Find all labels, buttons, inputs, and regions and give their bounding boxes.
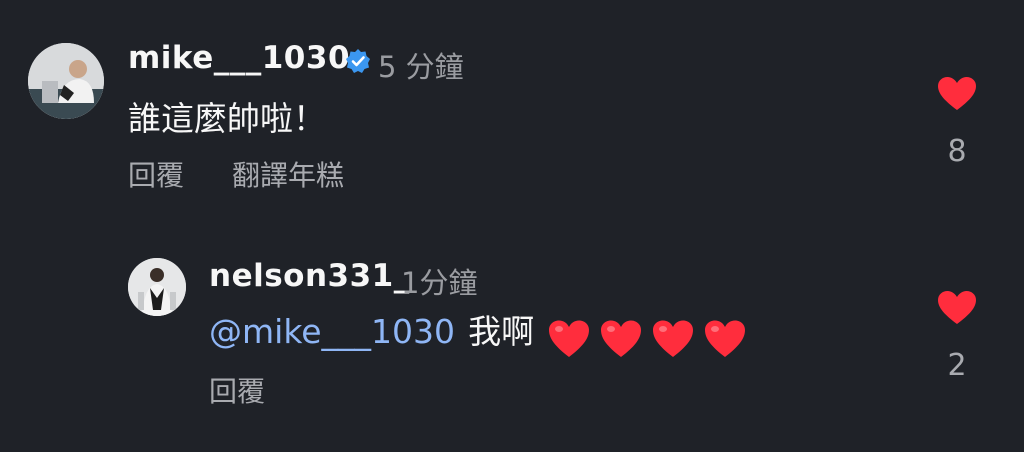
mention-link[interactable]: @mike___1030 [209,312,455,351]
red-heart-emoji-icon [601,320,642,357]
comment-text: 誰這麼帥啦！ [128,99,326,138]
avatar-image [128,258,186,316]
red-heart-emoji-icon [549,320,590,357]
like-heart-icon[interactable] [937,76,977,112]
translate-button[interactable]: 翻譯年糕 [232,154,344,194]
verified-badge-icon [346,49,370,73]
reply-button[interactable]: 回覆 [128,154,184,194]
reply-button[interactable]: 回覆 [209,370,265,410]
like-count: 2 [947,348,967,383]
like-heart-icon[interactable] [937,290,977,326]
reply-text-row: @mike___1030 我啊 [209,305,747,359]
reply-text: 我啊 [468,312,535,351]
reply-username[interactable]: nelson331_ [209,258,410,294]
comments-panel: mike___1030 5 分鐘 誰這麼帥啦！ 回覆 翻譯年糕 8 nelson… [0,0,1024,452]
red-heart-emoji-icon [705,320,746,357]
red-heart-emoji-icon [653,320,694,357]
avatar-mike[interactable] [28,43,104,119]
avatar-image [28,43,104,119]
avatar-nelson[interactable] [128,258,186,316]
reply-time: 1分鐘 [401,266,478,300]
comment-time: 5 分鐘 [378,50,464,84]
like-count: 8 [947,134,967,169]
comment-username[interactable]: mike___1030 [128,40,350,76]
